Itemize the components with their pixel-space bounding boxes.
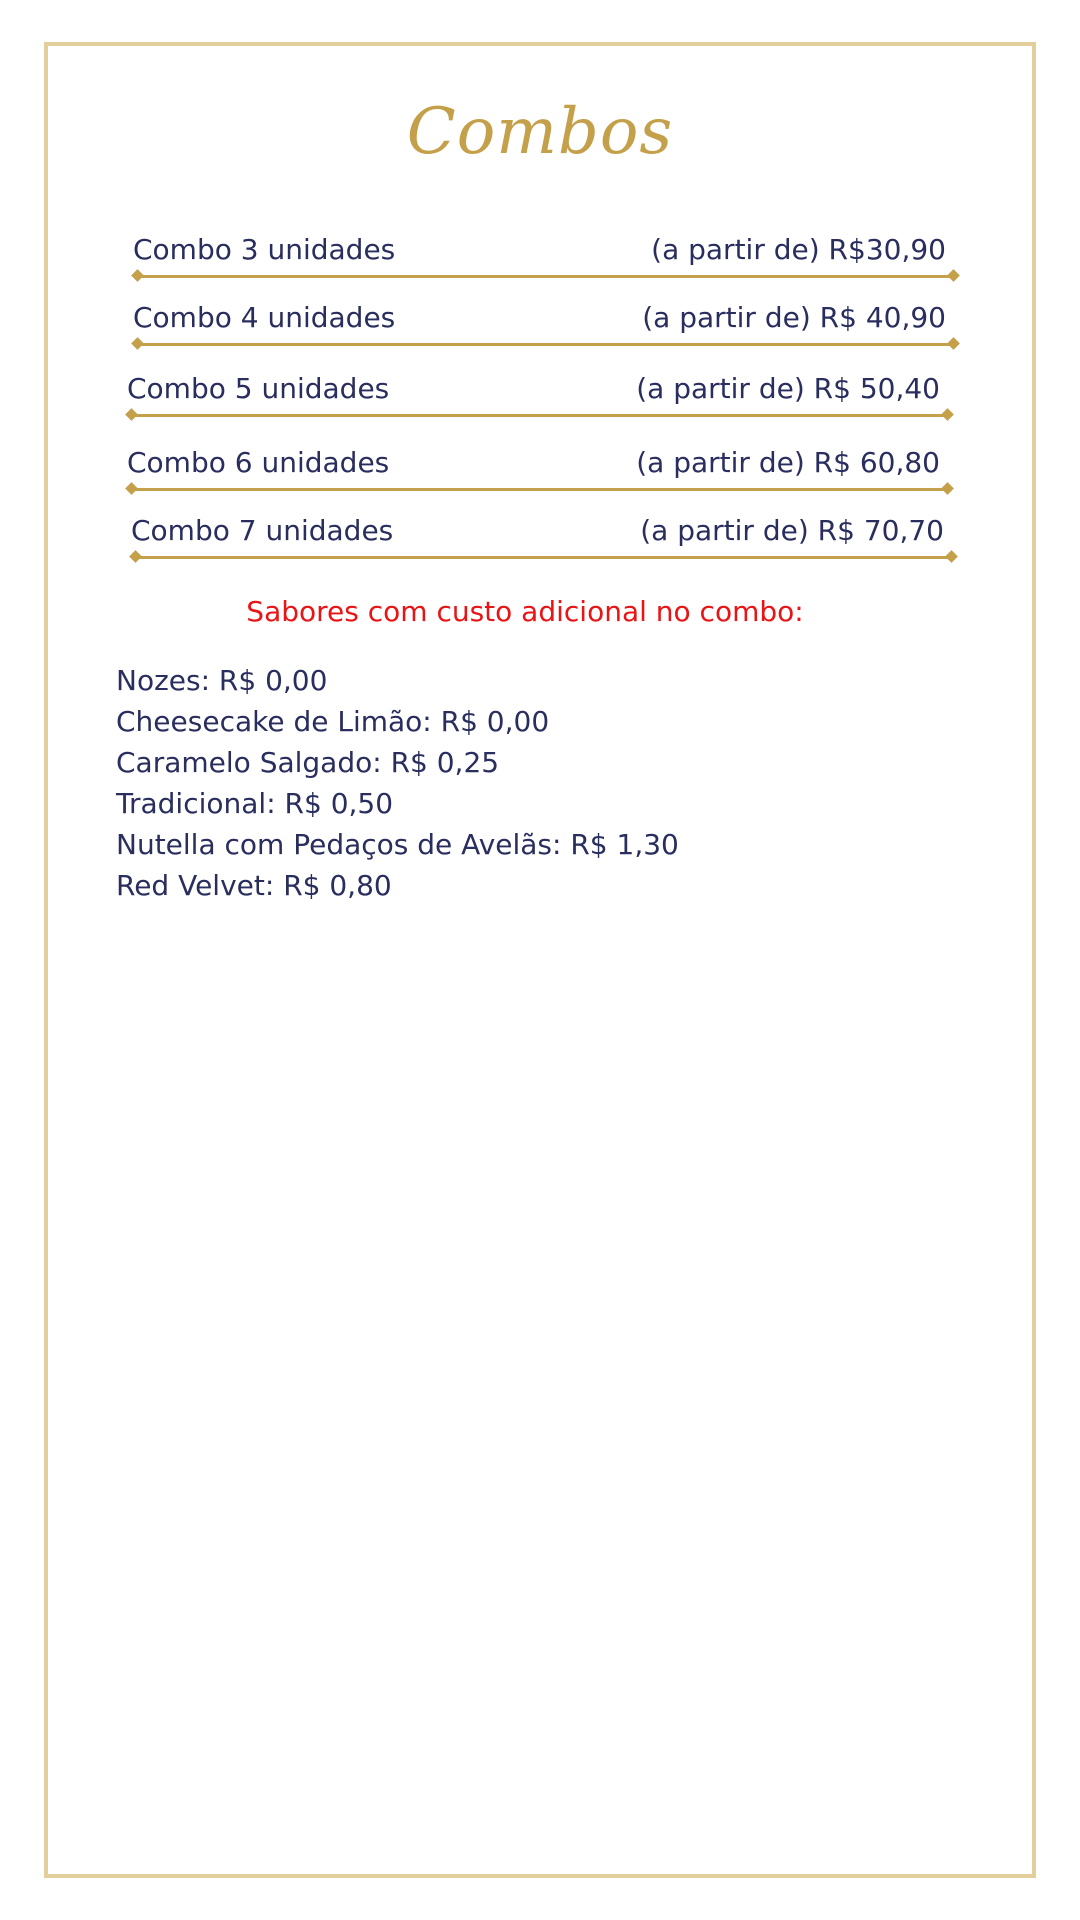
flavor-item: Tradicional: R$ 0,50	[116, 787, 394, 820]
combo-price: (a partir de) R$ 50,40	[636, 372, 940, 405]
combo-row: Combo 5 unidades (a partir de) R$ 50,40	[125, 372, 954, 421]
combo-price: (a partir de) R$30,90	[651, 233, 946, 266]
flavor-list: Nozes: R$ 0,00 Cheesecake de Limão: R$ 0…	[116, 660, 679, 906]
combo-price: (a partir de) R$ 40,90	[642, 301, 946, 334]
divider-line	[131, 414, 948, 417]
divider-line	[135, 556, 952, 559]
divider-diamond-icon	[131, 337, 144, 350]
combo-row: Combo 3 unidades (a partir de) R$30,90	[131, 233, 960, 282]
page-title: Combos	[406, 95, 674, 169]
divider-diamond-icon	[941, 482, 954, 495]
flavor-item: Red Velvet: R$ 0,80	[116, 869, 392, 902]
combo-price: (a partir de) R$ 60,80	[636, 446, 940, 479]
combo-row: Combo 6 unidades (a partir de) R$ 60,80	[125, 446, 954, 495]
combo-name: Combo 6 unidades	[127, 446, 390, 479]
divider-diamond-icon	[947, 337, 960, 350]
combo-row: Combo 7 unidades (a partir de) R$ 70,70	[129, 514, 958, 563]
divider-diamond-icon	[941, 408, 954, 421]
divider-diamond-icon	[947, 269, 960, 282]
divider-diamond-icon	[125, 482, 138, 495]
flavor-item: Nozes: R$ 0,00	[116, 664, 328, 697]
combo-name: Combo 5 unidades	[127, 372, 390, 405]
combo-name: Combo 7 unidades	[131, 514, 394, 547]
flavor-item: Caramelo Salgado: R$ 0,25	[116, 746, 500, 779]
divider-line	[137, 343, 954, 346]
flavor-item: Cheesecake de Limão: R$ 0,00	[116, 705, 550, 738]
divider-diamond-icon	[131, 269, 144, 282]
combo-name: Combo 3 unidades	[133, 233, 396, 266]
combo-name: Combo 4 unidades	[133, 301, 396, 334]
divider-diamond-icon	[945, 550, 958, 563]
combo-price: (a partir de) R$ 70,70	[640, 514, 944, 547]
flavor-item: Nutella com Pedaços de Avelãs: R$ 1,30	[116, 828, 679, 861]
combo-row: Combo 4 unidades (a partir de) R$ 40,90	[131, 301, 960, 350]
divider-line	[131, 488, 948, 491]
divider-diamond-icon	[125, 408, 138, 421]
divider-line	[137, 275, 954, 278]
extras-title: Sabores com custo adicional no combo:	[246, 595, 804, 628]
divider-diamond-icon	[129, 550, 142, 563]
